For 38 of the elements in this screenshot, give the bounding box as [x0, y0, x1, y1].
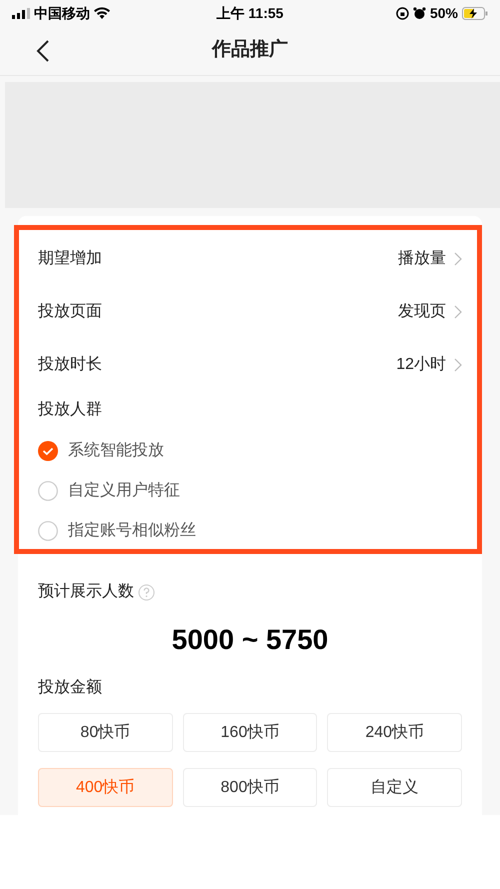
back-icon[interactable]	[36, 38, 50, 62]
carrier-text: 中国移动	[34, 4, 90, 22]
alarm-icon	[412, 6, 426, 20]
wifi-icon	[94, 7, 110, 19]
setting-row[interactable]: 期望增加 播放量	[38, 232, 462, 285]
battery-charging-icon	[462, 6, 488, 20]
amount-option[interactable]: 160快币	[182, 713, 318, 752]
radio-icon[interactable]	[38, 521, 58, 541]
setting-value: 发现页	[398, 302, 446, 322]
rotation-lock-icon	[396, 6, 409, 20]
setting-row[interactable]: 投放页面 发现页	[38, 285, 462, 338]
amount-option[interactable]: 自定义	[327, 768, 462, 807]
radio-icon[interactable]	[38, 481, 58, 501]
clock-time: 上午 11:55	[216, 4, 284, 22]
section-label: 投放金额	[38, 678, 103, 698]
chevron-right-icon	[454, 252, 462, 266]
help-icon[interactable]	[138, 584, 155, 600]
option-label[interactable]: 指定账号相似粉丝	[68, 519, 196, 543]
setting-row[interactable]: 投放时长 12小时	[38, 338, 462, 391]
setting-label: 期望增加	[38, 248, 102, 268]
option-label[interactable]: 系统智能投放	[68, 439, 164, 463]
section-label: 预计展示人数	[38, 582, 134, 602]
page-title: 作品推广	[212, 38, 288, 62]
estimate-value: 5000 ~ 5750	[172, 623, 328, 657]
chevron-right-icon	[454, 304, 462, 318]
setting-value: 12小时	[396, 354, 446, 374]
setting-value: 播放量	[398, 248, 446, 268]
amount-option[interactable]: 80快币	[38, 713, 173, 752]
chevron-right-icon	[454, 358, 462, 372]
section-label: 投放人群	[38, 400, 103, 420]
radio-checked-icon[interactable]	[38, 441, 58, 461]
setting-label: 投放时长	[38, 354, 102, 374]
option-label[interactable]: 自定义用户特征	[68, 479, 180, 503]
signal-icon	[12, 8, 30, 18]
amount-option[interactable]: 240快币	[327, 713, 462, 752]
amount-option[interactable]: 800快币	[182, 768, 318, 807]
battery-percent: 50%	[430, 4, 458, 22]
setting-label: 投放页面	[38, 302, 102, 322]
